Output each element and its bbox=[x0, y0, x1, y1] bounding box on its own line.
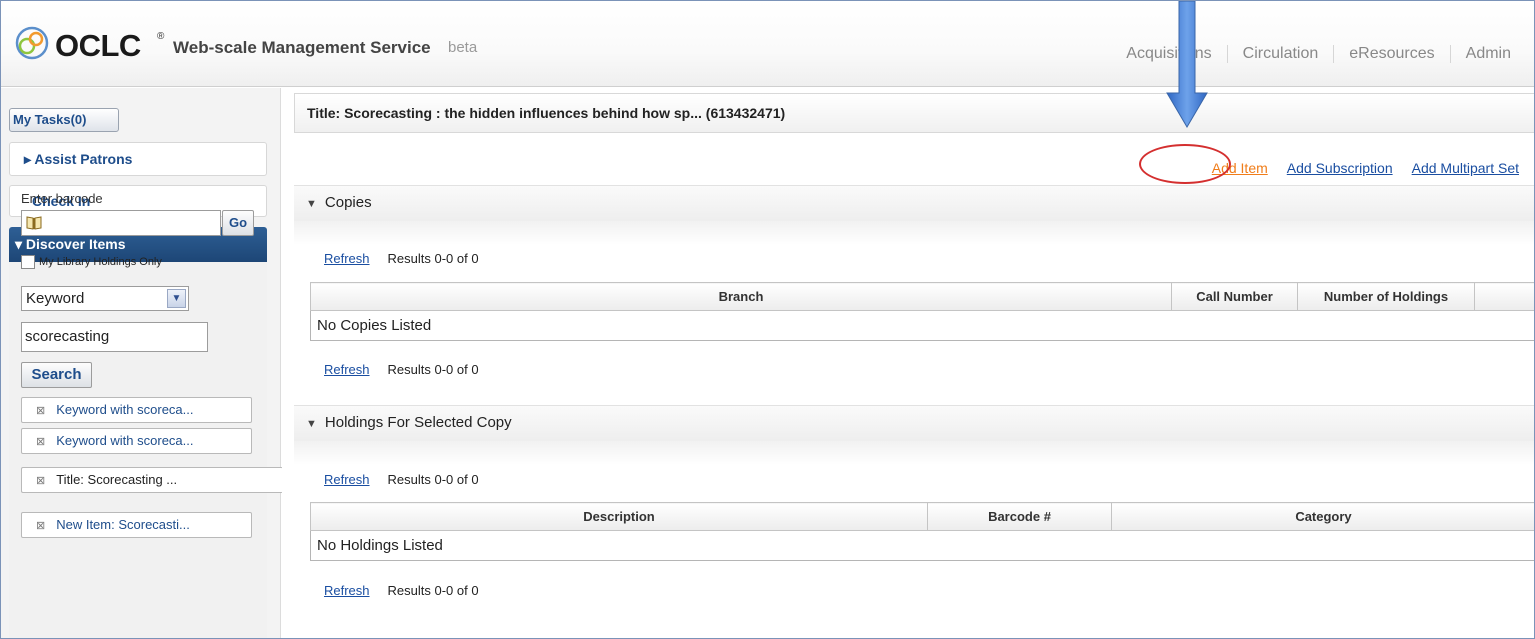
column-header-call-number[interactable]: Call Number bbox=[1171, 282, 1298, 311]
column-header-barcode[interactable]: Barcode # bbox=[927, 502, 1112, 531]
app-name: Web-scale Management Service bbox=[173, 38, 431, 57]
search-history-item[interactable]: ⊠ Keyword with scoreca... bbox=[21, 397, 252, 423]
results-count: Results 0-0 of 0 bbox=[387, 251, 479, 266]
empty-message: No Copies Listed bbox=[310, 310, 1534, 341]
my-library-holdings-checkbox[interactable] bbox=[21, 255, 35, 269]
barcode-input[interactable] bbox=[21, 210, 221, 236]
search-type-select[interactable]: Keyword ▼ bbox=[21, 286, 189, 311]
section-divider bbox=[294, 441, 1534, 465]
results-count: Results 0-0 of 0 bbox=[387, 583, 479, 598]
refresh-link[interactable]: Refresh bbox=[324, 251, 370, 266]
section-divider bbox=[294, 221, 1534, 245]
table-row: No Copies Listed bbox=[310, 310, 1534, 341]
highlight-circle bbox=[1139, 144, 1231, 184]
close-icon[interactable]: ⊠ bbox=[36, 405, 45, 417]
my-tasks-button[interactable]: My Tasks(0) bbox=[9, 108, 119, 132]
column-header-spacer bbox=[1474, 282, 1534, 311]
search-history-item-active[interactable]: ⊠ Title: Scorecasting ... bbox=[21, 467, 283, 493]
column-header-category[interactable]: Category bbox=[1111, 502, 1534, 531]
copies-heading: Copies bbox=[324, 194, 372, 211]
assist-patrons-button[interactable]: ▸ Assist Patrons bbox=[9, 142, 267, 176]
add-subscription-link[interactable]: Add Subscription bbox=[1287, 160, 1393, 176]
holdings-results-top: Refresh Results 0-0 of 0 bbox=[324, 472, 479, 487]
search-history-item[interactable]: ⊠ Keyword with scoreca... bbox=[21, 428, 252, 454]
search-history-item[interactable]: ⊠ New Item: Scorecasti... bbox=[21, 512, 252, 538]
refresh-link[interactable]: Refresh bbox=[324, 472, 370, 487]
search-history-label: Title: Scorecasting ... bbox=[56, 472, 178, 487]
table-header-row: Branch Call Number Number of Holdings bbox=[310, 282, 1534, 311]
search-history-label: Keyword with scoreca... bbox=[56, 402, 194, 417]
search-type-value: Keyword bbox=[26, 290, 85, 307]
close-icon[interactable]: ⊠ bbox=[36, 475, 45, 487]
tab-circulation[interactable]: Circulation bbox=[1226, 45, 1334, 63]
search-button[interactable]: Search bbox=[21, 362, 92, 388]
oclc-logo-icon bbox=[15, 26, 49, 60]
column-header-number-of-holdings[interactable]: Number of Holdings bbox=[1297, 282, 1475, 311]
copies-results-bottom: Refresh Results 0-0 of 0 bbox=[324, 362, 479, 377]
holdings-table: Description Barcode # Category No Holdin… bbox=[310, 502, 1534, 561]
app-header: OCLC ® Web-scale Management Service beta… bbox=[1, 1, 1534, 87]
main-content: Title: Scorecasting : the hidden influen… bbox=[282, 88, 1534, 638]
page-title: Title: Scorecasting : the hidden influen… bbox=[294, 93, 1534, 133]
tab-admin[interactable]: Admin bbox=[1449, 45, 1526, 63]
book-icon bbox=[26, 216, 42, 230]
column-header-description[interactable]: Description bbox=[310, 502, 928, 531]
search-history-label: New Item: Scorecasti... bbox=[56, 517, 190, 532]
search-history-label: Keyword with scoreca... bbox=[56, 433, 194, 448]
close-icon[interactable]: ⊠ bbox=[36, 436, 45, 448]
copies-results-top: Refresh Results 0-0 of 0 bbox=[324, 251, 479, 266]
my-library-holdings-option[interactable]: My Library Holdings Only bbox=[21, 255, 162, 269]
add-multipart-set-link[interactable]: Add Multipart Set bbox=[1412, 160, 1519, 176]
collapse-caret-icon[interactable]: ▼ bbox=[306, 198, 317, 210]
my-library-holdings-label: My Library Holdings Only bbox=[39, 256, 162, 268]
app-window: OCLC ® Web-scale Management Service beta… bbox=[0, 0, 1535, 639]
collapse-caret-icon[interactable]: ▼ bbox=[306, 418, 317, 430]
refresh-link[interactable]: Refresh bbox=[324, 362, 370, 377]
empty-message: No Holdings Listed bbox=[310, 530, 1534, 561]
search-input[interactable]: scorecasting bbox=[21, 322, 208, 352]
chevron-down-icon[interactable]: ▼ bbox=[167, 289, 186, 308]
go-button[interactable]: Go bbox=[222, 210, 254, 236]
column-header-branch[interactable]: Branch bbox=[310, 282, 1172, 311]
tab-eresources[interactable]: eResources bbox=[1333, 45, 1449, 63]
copies-table: Branch Call Number Number of Holdings No… bbox=[310, 282, 1534, 341]
holdings-results-bottom: Refresh Results 0-0 of 0 bbox=[324, 583, 479, 598]
item-actions: Add Item Add Subscription Add Multipart … bbox=[1193, 160, 1519, 176]
registered-mark: ® bbox=[157, 31, 165, 42]
down-arrow-annotation-icon bbox=[1166, 1, 1208, 128]
table-header-row: Description Barcode # Category bbox=[310, 502, 1534, 531]
barcode-label: Enter barcode bbox=[21, 191, 103, 206]
results-count: Results 0-0 of 0 bbox=[387, 362, 479, 377]
holdings-section-header[interactable]: ▼ Holdings For Selected Copy bbox=[294, 405, 1534, 441]
copies-section-header[interactable]: ▼ Copies bbox=[294, 185, 1534, 221]
beta-label: beta bbox=[448, 39, 478, 56]
results-count: Results 0-0 of 0 bbox=[387, 472, 479, 487]
brand-logo-text: OCLC bbox=[55, 28, 141, 63]
table-row: No Holdings Listed bbox=[310, 530, 1534, 561]
holdings-heading: Holdings For Selected Copy bbox=[324, 414, 512, 431]
refresh-link[interactable]: Refresh bbox=[324, 583, 370, 598]
close-icon[interactable]: ⊠ bbox=[36, 520, 45, 532]
